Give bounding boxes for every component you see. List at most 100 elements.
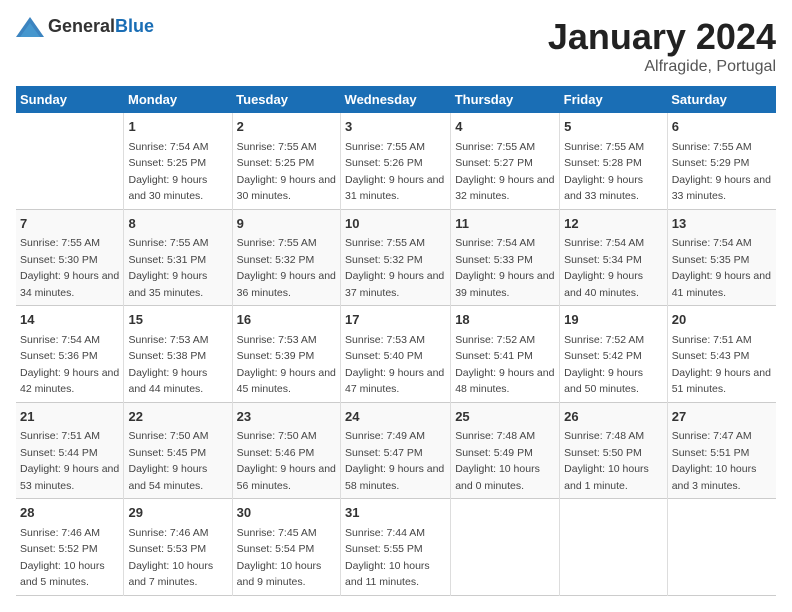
calendar-cell [667, 499, 776, 596]
day-number: 15 [128, 310, 227, 330]
calendar-cell: 30 Sunrise: 7:45 AMSunset: 5:54 PMDayligh… [232, 499, 340, 596]
day-info: Sunrise: 7:46 AMSunset: 5:52 PMDaylight:… [20, 527, 105, 589]
day-info: Sunrise: 7:54 AMSunset: 5:25 PMDaylight:… [128, 141, 208, 203]
calendar-cell: 11 Sunrise: 7:54 AMSunset: 5:33 PMDayligh… [451, 209, 560, 306]
logo-general: General [48, 16, 115, 36]
day-info: Sunrise: 7:54 AMSunset: 5:36 PMDaylight:… [20, 334, 119, 396]
day-number: 20 [672, 310, 772, 330]
day-info: Sunrise: 7:55 AMSunset: 5:30 PMDaylight:… [20, 237, 119, 299]
day-info: Sunrise: 7:51 AMSunset: 5:44 PMDaylight:… [20, 430, 119, 492]
month-title: January 2024 [548, 16, 776, 58]
calendar-cell: 8 Sunrise: 7:55 AMSunset: 5:31 PMDaylight… [124, 209, 232, 306]
day-info: Sunrise: 7:53 AMSunset: 5:39 PMDaylight:… [237, 334, 336, 396]
weekday-header: Sunday [16, 86, 124, 113]
calendar-cell: 1Sunrise: 7:54 AMSunset: 5:25 PMDaylight… [124, 113, 232, 209]
calendar-cell: 3 Sunrise: 7:55 AMSunset: 5:26 PMDaylight… [341, 113, 451, 209]
day-number: 2 [237, 117, 336, 137]
day-number: 25 [455, 407, 555, 427]
calendar-cell: 19Sunrise: 7:52 AMSunset: 5:42 PMDayligh… [560, 306, 668, 403]
day-info: Sunrise: 7:55 AMSunset: 5:32 PMDaylight:… [237, 237, 336, 299]
day-number: 22 [128, 407, 227, 427]
calendar-week-row: 1Sunrise: 7:54 AMSunset: 5:25 PMDaylight… [16, 113, 776, 209]
calendar-cell: 27Sunrise: 7:47 AMSunset: 5:51 PMDayligh… [667, 402, 776, 499]
weekday-header: Tuesday [232, 86, 340, 113]
day-number: 28 [20, 503, 119, 523]
day-number: 18 [455, 310, 555, 330]
calendar-cell [451, 499, 560, 596]
calendar-cell: 6 Sunrise: 7:55 AMSunset: 5:29 PMDaylight… [667, 113, 776, 209]
day-number: 21 [20, 407, 119, 427]
day-number: 24 [345, 407, 446, 427]
calendar-cell: 18Sunrise: 7:52 AMSunset: 5:41 PMDayligh… [451, 306, 560, 403]
day-info: Sunrise: 7:47 AMSunset: 5:51 PMDaylight:… [672, 430, 757, 492]
day-number: 12 [564, 214, 663, 234]
day-info: Sunrise: 7:53 AMSunset: 5:38 PMDaylight:… [128, 334, 208, 396]
weekday-header: Friday [560, 86, 668, 113]
day-info: Sunrise: 7:54 AMSunset: 5:33 PMDaylight:… [455, 237, 554, 299]
day-number: 7 [20, 214, 119, 234]
day-info: Sunrise: 7:48 AMSunset: 5:50 PMDaylight:… [564, 430, 649, 492]
calendar-header-row: SundayMondayTuesdayWednesdayThursdayFrid… [16, 86, 776, 113]
weekday-header: Monday [124, 86, 232, 113]
day-info: Sunrise: 7:50 AMSunset: 5:45 PMDaylight:… [128, 430, 208, 492]
calendar-cell: 21 Sunrise: 7:51 AMSunset: 5:44 PMDayligh… [16, 402, 124, 499]
day-info: Sunrise: 7:46 AMSunset: 5:53 PMDaylight:… [128, 527, 213, 589]
day-number: 14 [20, 310, 119, 330]
calendar-week-row: 28 Sunrise: 7:46 AMSunset: 5:52 PMDayligh… [16, 499, 776, 596]
day-info: Sunrise: 7:49 AMSunset: 5:47 PMDaylight:… [345, 430, 444, 492]
day-info: Sunrise: 7:51 AMSunset: 5:43 PMDaylight:… [672, 334, 771, 396]
calendar-cell: 22 Sunrise: 7:50 AMSunset: 5:45 PMDayligh… [124, 402, 232, 499]
day-info: Sunrise: 7:55 AMSunset: 5:25 PMDaylight:… [237, 141, 336, 203]
logo: GeneralBlue [16, 16, 154, 37]
calendar-cell: 15 Sunrise: 7:53 AMSunset: 5:38 PMDayligh… [124, 306, 232, 403]
calendar-cell: 12Sunrise: 7:54 AMSunset: 5:34 PMDayligh… [560, 209, 668, 306]
day-number: 16 [237, 310, 336, 330]
calendar-cell: 9 Sunrise: 7:55 AMSunset: 5:32 PMDaylight… [232, 209, 340, 306]
day-info: Sunrise: 7:54 AMSunset: 5:35 PMDaylight:… [672, 237, 771, 299]
day-number: 9 [237, 214, 336, 234]
day-number: 31 [345, 503, 446, 523]
day-info: Sunrise: 7:45 AMSunset: 5:54 PMDaylight:… [237, 527, 322, 589]
day-number: 5 [564, 117, 663, 137]
calendar-week-row: 21 Sunrise: 7:51 AMSunset: 5:44 PMDayligh… [16, 402, 776, 499]
day-number: 30 [237, 503, 336, 523]
location-title: Alfragide, Portugal [548, 58, 776, 76]
calendar-cell: 20 Sunrise: 7:51 AMSunset: 5:43 PMDayligh… [667, 306, 776, 403]
day-number: 8 [128, 214, 227, 234]
day-number: 3 [345, 117, 446, 137]
logo-icon [16, 17, 44, 37]
day-info: Sunrise: 7:50 AMSunset: 5:46 PMDaylight:… [237, 430, 336, 492]
calendar-cell: 14 Sunrise: 7:54 AMSunset: 5:36 PMDayligh… [16, 306, 124, 403]
calendar-cell: 23 Sunrise: 7:50 AMSunset: 5:46 PMDayligh… [232, 402, 340, 499]
day-number: 17 [345, 310, 446, 330]
weekday-header: Saturday [667, 86, 776, 113]
day-number: 26 [564, 407, 663, 427]
title-block: January 2024 Alfragide, Portugal [548, 16, 776, 76]
day-info: Sunrise: 7:44 AMSunset: 5:55 PMDaylight:… [345, 527, 430, 589]
day-info: Sunrise: 7:55 AMSunset: 5:28 PMDaylight:… [564, 141, 644, 203]
day-number: 29 [128, 503, 227, 523]
calendar-cell: 7 Sunrise: 7:55 AMSunset: 5:30 PMDaylight… [16, 209, 124, 306]
calendar-cell: 10 Sunrise: 7:55 AMSunset: 5:32 PMDayligh… [341, 209, 451, 306]
day-number: 11 [455, 214, 555, 234]
calendar-cell: 13Sunrise: 7:54 AMSunset: 5:35 PMDayligh… [667, 209, 776, 306]
day-number: 23 [237, 407, 336, 427]
calendar-cell: 4Sunrise: 7:55 AMSunset: 5:27 PMDaylight… [451, 113, 560, 209]
calendar-table: SundayMondayTuesdayWednesdayThursdayFrid… [16, 86, 776, 596]
calendar-cell: 17Sunrise: 7:53 AMSunset: 5:40 PMDayligh… [341, 306, 451, 403]
calendar-cell [16, 113, 124, 209]
calendar-cell: 31 Sunrise: 7:44 AMSunset: 5:55 PMDayligh… [341, 499, 451, 596]
day-info: Sunrise: 7:55 AMSunset: 5:26 PMDaylight:… [345, 141, 444, 203]
calendar-cell [560, 499, 668, 596]
day-info: Sunrise: 7:52 AMSunset: 5:42 PMDaylight:… [564, 334, 644, 396]
day-info: Sunrise: 7:48 AMSunset: 5:49 PMDaylight:… [455, 430, 540, 492]
calendar-cell: 29 Sunrise: 7:46 AMSunset: 5:53 PMDayligh… [124, 499, 232, 596]
calendar-week-row: 7 Sunrise: 7:55 AMSunset: 5:30 PMDaylight… [16, 209, 776, 306]
page-header: GeneralBlue January 2024 Alfragide, Port… [16, 16, 776, 76]
day-number: 6 [672, 117, 772, 137]
day-number: 10 [345, 214, 446, 234]
day-info: Sunrise: 7:55 AMSunset: 5:29 PMDaylight:… [672, 141, 771, 203]
calendar-cell: 24 Sunrise: 7:49 AMSunset: 5:47 PMDayligh… [341, 402, 451, 499]
day-info: Sunrise: 7:55 AMSunset: 5:31 PMDaylight:… [128, 237, 208, 299]
day-info: Sunrise: 7:55 AMSunset: 5:32 PMDaylight:… [345, 237, 444, 299]
